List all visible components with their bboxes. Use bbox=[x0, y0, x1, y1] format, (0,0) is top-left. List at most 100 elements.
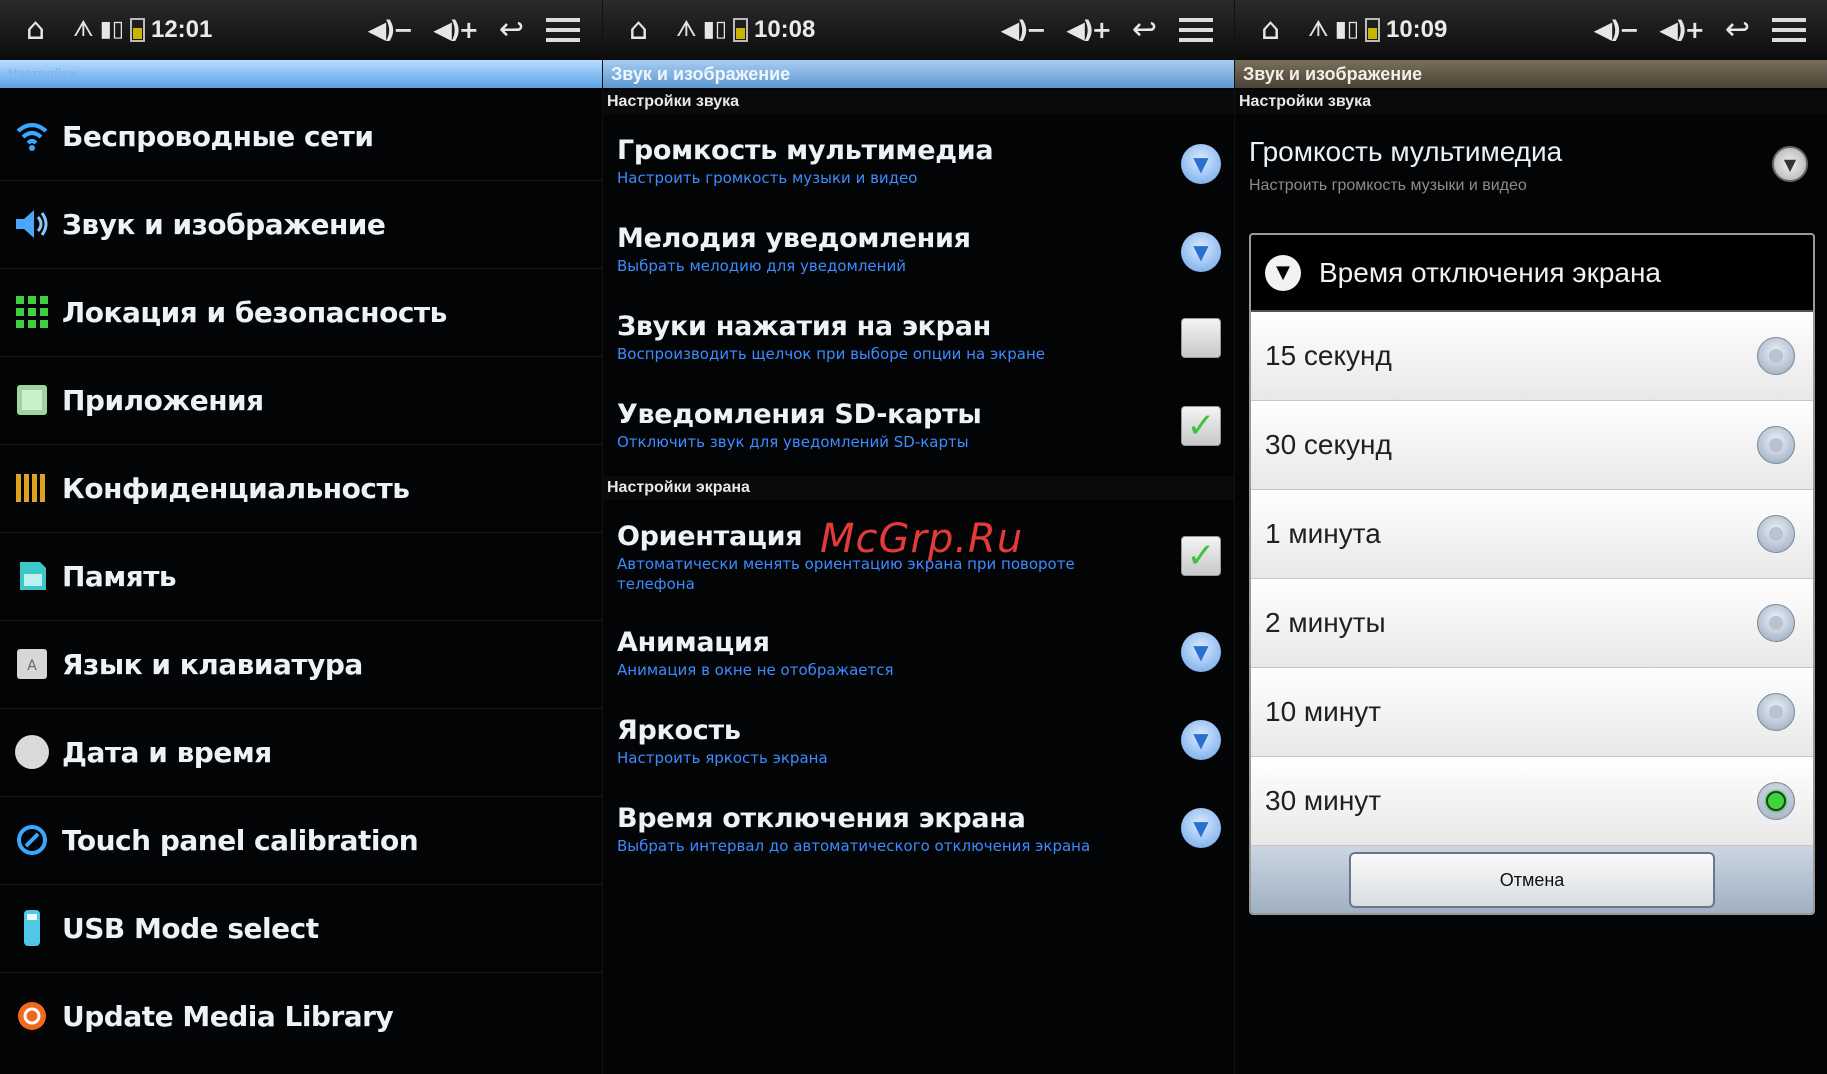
pref-notification-ringtone[interactable]: Мелодия уведомления Выбрать мелодию для … bbox=[603, 222, 1235, 276]
privacy-icon bbox=[10, 468, 54, 508]
pref-summary: Настроить громкость музыки и видео bbox=[1249, 177, 1527, 194]
pref-brightness[interactable]: Яркость Настроить яркость экрана ▼ bbox=[603, 714, 1235, 768]
volume-down-icon[interactable]: ◀)− bbox=[368, 16, 414, 44]
pref-screen-timeout[interactable]: Время отключения экрана Выбрать интервал… bbox=[603, 802, 1235, 856]
keyboard-icon: A bbox=[10, 644, 54, 684]
pref-title: Яркость bbox=[617, 715, 741, 746]
back-icon[interactable]: ↩ bbox=[499, 15, 524, 45]
status-bar: ⌂ ᗑ ▮▯ 12:01 ◀)− ◀)+ ↩ bbox=[0, 0, 602, 60]
option-label: 10 минут bbox=[1265, 696, 1382, 727]
option-30-minutes[interactable]: 30 минут bbox=[1251, 757, 1813, 846]
status-bar: ⌂ ᗑ ▮▯ 10:08 ◀)− ◀)+ ↩ bbox=[603, 0, 1235, 60]
option-10-minutes[interactable]: 10 минут bbox=[1251, 668, 1813, 757]
media-icon bbox=[10, 996, 54, 1036]
radio-button[interactable] bbox=[1757, 604, 1795, 642]
menu-item-label: Язык и клавиатура bbox=[62, 647, 363, 681]
expand-button[interactable]: ▼ bbox=[1181, 720, 1221, 760]
signal-indicators: ᗑ ▮▯ 12:01 bbox=[73, 16, 212, 44]
grid-icon bbox=[10, 292, 54, 332]
menu-icon[interactable] bbox=[1179, 18, 1213, 42]
menu-icon[interactable] bbox=[546, 18, 580, 42]
sdcard-icon bbox=[10, 556, 54, 596]
menu-item-update-media[interactable]: Update Media Library bbox=[0, 972, 602, 1060]
radio-button[interactable] bbox=[1757, 515, 1795, 553]
menu-item-date-time[interactable]: Дата и время bbox=[0, 708, 602, 796]
radio-button[interactable] bbox=[1757, 337, 1795, 375]
screen-title: Настройки bbox=[0, 60, 602, 88]
menu-item-label: Update Media Library bbox=[62, 999, 394, 1033]
menu-item-privacy[interactable]: Конфиденциальность bbox=[0, 444, 602, 532]
expand-button[interactable]: ▼ bbox=[1181, 808, 1221, 848]
status-time: 10:08 bbox=[753, 16, 816, 43]
expand-button[interactable]: ▼ bbox=[1181, 232, 1221, 272]
radio-button[interactable] bbox=[1757, 693, 1795, 731]
volume-down-icon[interactable]: ◀)− bbox=[1001, 16, 1047, 44]
volume-up-icon[interactable]: ◀)+ bbox=[1066, 16, 1112, 44]
expand-button[interactable]: ▼ bbox=[1772, 146, 1808, 182]
menu-item-label: Дата и время bbox=[62, 735, 272, 769]
menu-item-storage[interactable]: Память bbox=[0, 532, 602, 620]
pref-title: Анимация bbox=[617, 627, 770, 658]
radio-button[interactable] bbox=[1757, 426, 1795, 464]
menu-item-touch-calibration[interactable]: Touch panel calibration bbox=[0, 796, 602, 884]
volume-up-icon[interactable]: ◀)+ bbox=[433, 16, 479, 44]
menu-item-applications[interactable]: Приложения bbox=[0, 356, 602, 444]
wifi-signal-icon: ᗑ bbox=[73, 17, 94, 42]
status-time: 10:09 bbox=[1385, 16, 1448, 43]
pref-media-volume[interactable]: Громкость мультимедиа Настроить громкост… bbox=[603, 134, 1235, 188]
settings-screen: ⌂ ᗑ ▮▯ 12:01 ◀)− ◀)+ ↩ Настройки Беспров… bbox=[0, 0, 602, 1074]
cancel-button[interactable]: Отмена bbox=[1349, 852, 1715, 908]
wifi-signal-icon: ᗑ bbox=[676, 17, 697, 42]
menu-item-label: Конфиденциальность bbox=[62, 471, 410, 505]
screen-title: Звук и изображение bbox=[1235, 60, 1827, 88]
menu-item-language-keyboard[interactable]: A Язык и клавиатура bbox=[0, 620, 602, 708]
chevron-down-icon: ▼ bbox=[1265, 254, 1301, 291]
option-1-minute[interactable]: 1 минута bbox=[1251, 490, 1813, 579]
back-icon[interactable]: ↩ bbox=[1725, 15, 1750, 45]
menu-item-usb-mode[interactable]: USB Mode select bbox=[0, 884, 602, 972]
option-30-seconds[interactable]: 30 секунд bbox=[1251, 401, 1813, 490]
sd-notifications-checkbox[interactable]: ✓ bbox=[1181, 406, 1221, 446]
orientation-checkbox[interactable]: ✓ bbox=[1181, 536, 1221, 576]
cell-signal-icon: ▮▯ bbox=[702, 17, 727, 42]
status-time: 12:01 bbox=[150, 16, 213, 43]
menu-item-wireless[interactable]: Беспроводные сети bbox=[0, 92, 602, 180]
menu-item-sound-display[interactable]: Звук и изображение bbox=[0, 180, 602, 268]
pref-summary: Воспроизводить щелчок при выборе опции н… bbox=[617, 345, 1045, 363]
touch-sounds-checkbox[interactable]: ✓ bbox=[1181, 318, 1221, 358]
back-icon[interactable]: ↩ bbox=[1132, 15, 1157, 45]
home-icon[interactable]: ⌂ bbox=[1261, 15, 1280, 45]
cell-signal-icon: ▮▯ bbox=[1334, 17, 1359, 42]
pref-summary: Выбрать мелодию для уведомлений bbox=[617, 257, 906, 275]
pref-title: Уведомления SD-карты bbox=[617, 399, 982, 430]
volume-down-icon[interactable]: ◀)− bbox=[1594, 16, 1640, 44]
menu-icon[interactable] bbox=[1772, 18, 1806, 42]
volume-up-icon[interactable]: ◀)+ bbox=[1659, 16, 1705, 44]
home-icon[interactable]: ⌂ bbox=[629, 15, 648, 45]
screen-timeout-dialog-screen: ⌂ ᗑ ▮▯ 10:09 ◀)− ◀)+ ↩ Звук и изображени… bbox=[1234, 0, 1827, 1074]
signal-indicators: ᗑ ▮▯ 10:08 bbox=[676, 16, 815, 44]
pref-animation[interactable]: Анимация Анимация в окне не отображается… bbox=[603, 626, 1235, 680]
dialog-title: Время отключения экрана bbox=[1319, 256, 1662, 288]
battery-icon bbox=[129, 18, 145, 42]
pref-title[interactable]: Громкость мультимедиа bbox=[1249, 136, 1562, 168]
section-header-screen: Настройки экрана bbox=[603, 476, 1235, 500]
option-2-minutes[interactable]: 2 минуты bbox=[1251, 579, 1813, 668]
radio-button-selected[interactable] bbox=[1757, 782, 1795, 820]
expand-button[interactable]: ▼ bbox=[1181, 632, 1221, 672]
menu-item-label: Звук и изображение bbox=[62, 207, 386, 241]
option-15-seconds[interactable]: 15 секунд bbox=[1251, 312, 1813, 401]
watermark: McGrp.Ru bbox=[820, 516, 1024, 562]
menu-item-label: Приложения bbox=[62, 383, 264, 417]
pref-sd-notifications[interactable]: Уведомления SD-карты Отключить звук для … bbox=[603, 398, 1235, 452]
wifi-icon bbox=[10, 116, 54, 156]
home-icon[interactable]: ⌂ bbox=[26, 15, 45, 45]
pref-title: Время отключения экрана bbox=[617, 803, 1026, 834]
pref-summary: Выбрать интервал до автоматического откл… bbox=[617, 837, 1091, 855]
pref-touch-sounds[interactable]: Звуки нажатия на экран Воспроизводить ще… bbox=[603, 310, 1235, 364]
screen-title: Звук и изображение bbox=[603, 60, 1235, 88]
menu-item-location-security[interactable]: Локация и безопасность bbox=[0, 268, 602, 356]
apps-icon bbox=[10, 380, 54, 420]
expand-button[interactable]: ▼ bbox=[1181, 144, 1221, 184]
battery-icon bbox=[732, 18, 748, 42]
